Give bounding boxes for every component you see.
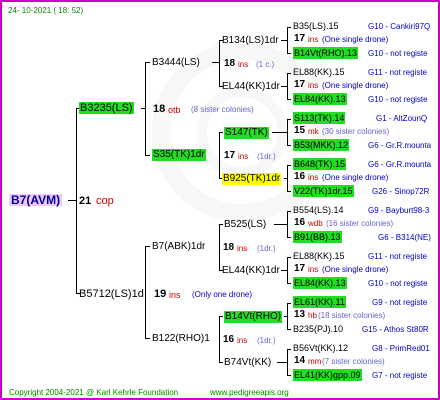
gen2-b: S35(TK)1dr bbox=[152, 149, 206, 161]
gen2-a: B3444(LS) bbox=[152, 57, 200, 68]
gen4-15-code: G8 - PrimRed01 bbox=[372, 344, 430, 353]
gen4mid-6-gen: 17 bbox=[294, 263, 306, 274]
gen4-3-code: G11 - not registe bbox=[368, 68, 427, 77]
gen4-1-code: G10 - Cankiri97Q bbox=[368, 22, 431, 31]
gen4-2: B14Vt(RHO).13 bbox=[293, 47, 359, 59]
gen4-4-code: G10 - not registe bbox=[368, 95, 428, 104]
gen4mid-6-type: ins bbox=[308, 265, 319, 274]
gen4mid-7-note: (18 sister colonies) bbox=[318, 311, 386, 320]
gen1-dam-gen: 19 bbox=[154, 288, 167, 300]
gen4-10-code: G6 - B314(NE) bbox=[378, 233, 431, 242]
gen1-sire-note: (8 sister colonies) bbox=[191, 105, 254, 114]
gen3-1-gen: 18 bbox=[224, 58, 236, 69]
gen4mid-2-note: (One single drone) bbox=[322, 81, 389, 90]
gen4mid-2-gen: 17 bbox=[294, 79, 306, 90]
gen4mid-5-note: (16 sister colonies) bbox=[326, 219, 394, 228]
gen4-14-code: G15 - Athos St80R bbox=[362, 325, 429, 334]
gen4-7: B648(TK).15 bbox=[293, 158, 347, 170]
gen4mid-4-type: ins bbox=[308, 173, 319, 182]
gen1-sire: B3235(LS) bbox=[79, 102, 134, 114]
gen4mid-5-gen: 16 bbox=[294, 217, 306, 228]
gen1-dam-type: ins bbox=[169, 290, 181, 300]
gen4-5-code: G1 - AltZounQ bbox=[376, 114, 428, 123]
gen4mid-7-type: hb bbox=[308, 311, 317, 320]
gen2-d: B122(RHO)1 bbox=[152, 333, 210, 344]
gen3-4: B925(TK)1dr bbox=[222, 173, 282, 185]
gen4mid-1-note: (One single drone) bbox=[322, 35, 389, 44]
gen3-2: EL44(KK)1dr bbox=[222, 81, 280, 92]
gen1-sire-gen: 18 bbox=[153, 103, 166, 115]
gen4mid-3-type: mk bbox=[308, 127, 319, 136]
root-type: cop bbox=[96, 195, 114, 207]
gen2-c-gen: 18 bbox=[223, 242, 235, 253]
gen3-7: B14Vt(RHO) bbox=[224, 311, 283, 323]
gen4-12: EL84(KK).13 bbox=[293, 277, 347, 289]
gen3-6: EL44(KK)1dr bbox=[222, 265, 280, 276]
gen4-6-code: G6 - Gr.R.mounta bbox=[368, 141, 432, 150]
gen2-b-note: (1dr.) bbox=[257, 152, 276, 161]
gen3-1: B134(LS)1dr bbox=[222, 35, 279, 46]
gen4mid-8-type: mm bbox=[308, 357, 322, 366]
gen4-13: EL61(KK).11 bbox=[293, 296, 346, 308]
gen4mid-2-type: ins bbox=[308, 81, 319, 90]
gen3-8: B74Vt(KK) bbox=[224, 357, 272, 368]
gen4-13-code: G9 - not registe bbox=[372, 298, 428, 307]
gen4-3: EL88(KK).15 bbox=[293, 67, 345, 77]
gen4mid-5-type: wdb bbox=[308, 219, 323, 228]
gen4mid-7-gen: 13 bbox=[294, 309, 306, 320]
gen3-1-type: ins bbox=[238, 60, 249, 69]
gen4mid-1-type: ins bbox=[308, 35, 319, 44]
gen2-b-gen: 17 bbox=[224, 150, 236, 161]
gen4-11: EL88(KK).15 bbox=[293, 251, 345, 261]
gen3-3: S147(TK) bbox=[224, 127, 269, 139]
gen4-8-code: G26 - Sinop72R bbox=[372, 187, 430, 196]
gen4mid-3-note: (30 sister colonies) bbox=[322, 127, 390, 136]
gen2-c: B7(ABK)1dr bbox=[152, 241, 206, 252]
gen4-11-code: G11 - not registe bbox=[368, 252, 427, 261]
pedigree-frame: 24- 10-2021 ( 18: 52) B7(AVM) 21 cop B32… bbox=[0, 0, 440, 400]
gen2-c-note: (1dr.) bbox=[257, 244, 276, 253]
gen4-6: B53(MKK).12 bbox=[293, 139, 350, 151]
gen4-16: EL41(KK)gpp.09 bbox=[293, 369, 362, 381]
gen4-9: B554(LS).14 bbox=[293, 205, 344, 215]
gen2-d-gen: 16 bbox=[223, 334, 235, 345]
gen3-5: B525(LS) bbox=[224, 219, 267, 230]
root-queen: B7(AVM) bbox=[9, 193, 63, 207]
gen3-1-note: (1 c.) bbox=[256, 60, 275, 69]
gen1-dam: B5712(LS)1d bbox=[79, 288, 144, 300]
gen4mid-4-note: (One single drone) bbox=[322, 173, 389, 182]
gen4-5: S113(TK).14 bbox=[293, 112, 346, 124]
gen4mid-1-gen: 17 bbox=[294, 33, 306, 44]
gen4-8: V22(TK)1dr.15 bbox=[293, 185, 354, 197]
gen4-10: B91(BB).13 bbox=[293, 231, 342, 243]
gen4-1: B35(LS).15 bbox=[293, 21, 339, 31]
gen4-9-code: G9 - Bayburt98-3 bbox=[368, 206, 430, 215]
gen4mid-3-gen: 15 bbox=[294, 125, 306, 136]
gen4-12-code: G10 - not registe bbox=[368, 279, 428, 288]
gen2-d-type: ins bbox=[237, 336, 248, 345]
gen4-15: B56Vt(KK).12 bbox=[293, 343, 349, 353]
print-date: 24- 10-2021 ( 18: 52) bbox=[8, 6, 84, 15]
gen1-sire-type: otb bbox=[168, 105, 181, 115]
gen4mid-8-gen: 14 bbox=[294, 355, 306, 366]
footer-copyright: Copyright 2004-2021 @ Karl Kehrle Founda… bbox=[9, 388, 179, 397]
gen4mid-6-note: (One single drone) bbox=[322, 265, 389, 274]
footer-site-link[interactable]: www.pedigreeapis.org bbox=[210, 387, 289, 398]
gen4mid-8-note: (7 sister colonies) bbox=[322, 357, 385, 366]
gen4-7-code: G6 - Gr.R.mounta bbox=[368, 160, 432, 169]
gen2-b-type: ins bbox=[238, 152, 249, 161]
gen4-14: B235(PJ).10 bbox=[293, 324, 344, 334]
gen4-2-code: G10 - not registe bbox=[368, 49, 428, 58]
gen4-16-code: G7 - not registe bbox=[372, 371, 428, 380]
gen2-c-type: ins bbox=[237, 244, 248, 253]
root-gen: 21 bbox=[79, 195, 92, 207]
gen4mid-4-gen: 16 bbox=[294, 171, 306, 182]
gen1-dam-note: (Only one drone) bbox=[192, 290, 253, 299]
gen4-4: EL84(KK).13 bbox=[293, 93, 347, 105]
gen2-d-note: (1dr.) bbox=[257, 336, 276, 345]
